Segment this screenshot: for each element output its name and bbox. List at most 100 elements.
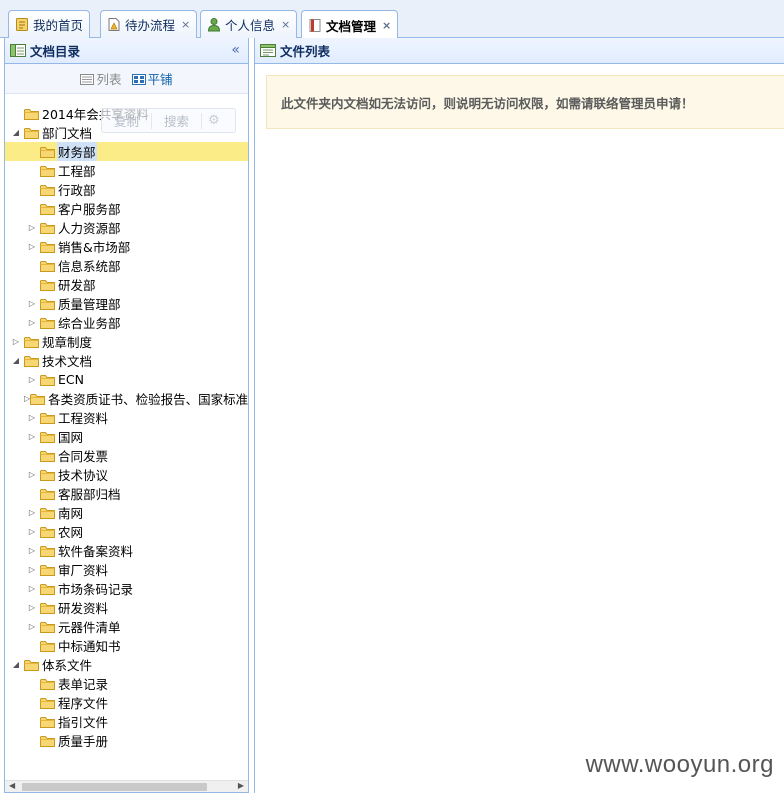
file-list-panel: 文件列表 此文件夹内文档如无法访问，则说明无访问权限，如需请联络管理员申请！ bbox=[254, 38, 784, 793]
close-icon[interactable]: × bbox=[181, 18, 190, 31]
tree-node-label: 市场条码记录 bbox=[58, 582, 134, 597]
list-view-icon bbox=[80, 73, 95, 85]
tree-node[interactable]: ▷ 销售&市场部 bbox=[5, 237, 248, 256]
tree-node-label: 指引文件 bbox=[58, 715, 109, 730]
tree-node[interactable]: 表单记录 bbox=[5, 674, 248, 693]
tab-docs[interactable]: 文档管理 × bbox=[301, 10, 399, 39]
tree-node[interactable]: 信息系统部 bbox=[5, 256, 248, 275]
file-list-header: 文件列表 bbox=[255, 38, 784, 64]
tree-node[interactable]: 指引文件 bbox=[5, 712, 248, 731]
collapsed-toggle-icon[interactable]: ▷ bbox=[24, 600, 40, 616]
tree-node[interactable]: ▷ 技术协议 bbox=[5, 465, 248, 484]
horizontal-scrollbar[interactable]: ◀ ▶ bbox=[5, 780, 248, 792]
file-list-icon bbox=[260, 44, 276, 57]
tree-node[interactable]: ▷ 综合业务部 bbox=[5, 313, 248, 332]
expanded-toggle-icon[interactable]: ◢ bbox=[8, 657, 24, 673]
collapse-panel-button[interactable]: « bbox=[231, 42, 240, 58]
tree-node[interactable]: ▷ 工程资料 bbox=[5, 408, 248, 427]
collapsed-toggle-icon[interactable]: ▷ bbox=[24, 619, 40, 635]
scroll-left-icon[interactable]: ◀ bbox=[9, 781, 15, 790]
tree-node[interactable]: 质量手册 bbox=[5, 731, 248, 750]
tree-node-label: 客服部归档 bbox=[58, 487, 121, 502]
collapsed-toggle-icon[interactable]: ▷ bbox=[24, 315, 40, 331]
view-tile-button[interactable]: 平铺 bbox=[131, 69, 173, 88]
tree-node[interactable]: 合同发票 bbox=[5, 446, 248, 465]
tree-node-label: 客户服务部 bbox=[58, 202, 121, 217]
folder-icon bbox=[24, 659, 39, 671]
tree-node[interactable]: ▷ 国网 bbox=[5, 427, 248, 446]
tab-profile[interactable]: 个人信息 × bbox=[200, 10, 298, 38]
close-icon[interactable]: × bbox=[382, 19, 391, 32]
collapsed-toggle-icon[interactable]: ▷ bbox=[24, 467, 40, 483]
collapsed-toggle-icon[interactable]: ▷ bbox=[24, 429, 40, 445]
tree-node-label: 中标通知书 bbox=[58, 639, 121, 654]
tree-node[interactable]: 中标通知书 bbox=[5, 636, 248, 655]
tab-home[interactable]: 我的首页 bbox=[8, 10, 91, 38]
permission-notice-text: 此文件夹内文档如无法访问，则说明无访问权限，如需请联络管理员申请！ bbox=[281, 95, 694, 111]
tree-node[interactable]: ▷ 规章制度 bbox=[5, 332, 248, 351]
collapsed-toggle-icon[interactable]: ▷ bbox=[24, 581, 40, 597]
tree-node[interactable]: ▷ 市场条码记录 bbox=[5, 579, 248, 598]
folder-icon bbox=[40, 222, 55, 234]
collapsed-toggle-icon[interactable]: ▷ bbox=[24, 543, 40, 559]
tree-node[interactable]: ◢ 技术文档 bbox=[5, 351, 248, 370]
collapsed-toggle-icon[interactable]: ▷ bbox=[24, 296, 40, 312]
tree-node[interactable]: ◢ 体系文件 bbox=[5, 655, 248, 674]
tree-node[interactable]: ▷ 研发资料 bbox=[5, 598, 248, 617]
tree-node[interactable]: ▷ 各类资质证书、检验报告、国家标准 bbox=[5, 389, 248, 408]
folder-icon bbox=[24, 127, 39, 139]
tab-todo[interactable]: 待办流程 × bbox=[100, 10, 198, 38]
expanded-toggle-icon[interactable]: ◢ bbox=[8, 125, 24, 141]
folder-tree: 2014年会共享资料 ◢ 部门文档 财务部 工程部 行政部 客户服务部 ▷ 人力资源部 ▷ 销售&市… bbox=[5, 104, 248, 750]
folder-icon bbox=[40, 526, 55, 538]
collapsed-toggle-icon[interactable]: ▷ bbox=[24, 372, 40, 388]
tree-node[interactable]: ▷ 人力资源部 bbox=[5, 218, 248, 237]
tree-node[interactable]: 程序文件 bbox=[5, 693, 248, 712]
user-icon bbox=[207, 17, 221, 32]
collapsed-toggle-icon[interactable]: ▷ bbox=[24, 524, 40, 540]
folder-icon bbox=[24, 355, 39, 367]
tree-node[interactable]: ▷ ECN bbox=[5, 370, 248, 389]
tree-node[interactable]: ▷ 元器件清单 bbox=[5, 617, 248, 636]
expanded-toggle-icon[interactable]: ◢ bbox=[8, 353, 24, 369]
collapsed-toggle-icon[interactable]: ▷ bbox=[24, 562, 40, 578]
tree-node[interactable]: 财务部 bbox=[5, 142, 248, 161]
tree-node[interactable]: ▷ 农网 bbox=[5, 522, 248, 541]
folder-icon bbox=[40, 412, 55, 424]
tree-node[interactable]: 行政部 bbox=[5, 180, 248, 199]
folder-icon bbox=[40, 298, 55, 310]
collapsed-toggle-icon[interactable]: ▷ bbox=[8, 334, 24, 350]
tree-node-label: 表单记录 bbox=[58, 677, 109, 692]
scrollbar-thumb[interactable] bbox=[22, 783, 207, 791]
tree-node[interactable]: ▷ 质量管理部 bbox=[5, 294, 248, 313]
gear-icon[interactable]: ⚙ bbox=[202, 113, 226, 128]
collapsed-toggle-icon[interactable]: ▷ bbox=[24, 220, 40, 236]
collapsed-toggle-icon[interactable]: ▷ bbox=[24, 505, 40, 521]
tree-node[interactable]: 客服部归档 bbox=[5, 484, 248, 503]
folder-icon bbox=[40, 184, 55, 196]
collapsed-toggle-icon[interactable]: ▷ bbox=[24, 239, 40, 255]
view-list-button[interactable]: 列表 bbox=[80, 69, 122, 88]
collapsed-toggle-icon[interactable]: ▷ bbox=[24, 410, 40, 426]
file-list-title: 文件列表 bbox=[280, 44, 331, 59]
tree-node[interactable]: ▷ 南网 bbox=[5, 503, 248, 522]
search-overlay[interactable]: 复制 搜索 ⚙ bbox=[101, 108, 236, 133]
book-icon bbox=[308, 18, 322, 33]
scroll-right-icon[interactable]: ▶ bbox=[238, 781, 244, 790]
folder-icon bbox=[40, 165, 55, 177]
tree-node[interactable]: 工程部 bbox=[5, 161, 248, 180]
tree-node[interactable]: ▷ 审厂资料 bbox=[5, 560, 248, 579]
tree-node[interactable]: 研发部 bbox=[5, 275, 248, 294]
folder-icon bbox=[40, 146, 55, 158]
tree-node-label: 技术协议 bbox=[58, 468, 109, 483]
tree-node-label: 部门文档 bbox=[42, 126, 93, 141]
tree-node[interactable]: 客户服务部 bbox=[5, 199, 248, 218]
close-icon[interactable]: × bbox=[281, 18, 290, 31]
folder-icon bbox=[40, 716, 55, 728]
tree-node-label: 销售&市场部 bbox=[58, 240, 131, 255]
tree-node[interactable]: ▷ 软件备案资料 bbox=[5, 541, 248, 560]
